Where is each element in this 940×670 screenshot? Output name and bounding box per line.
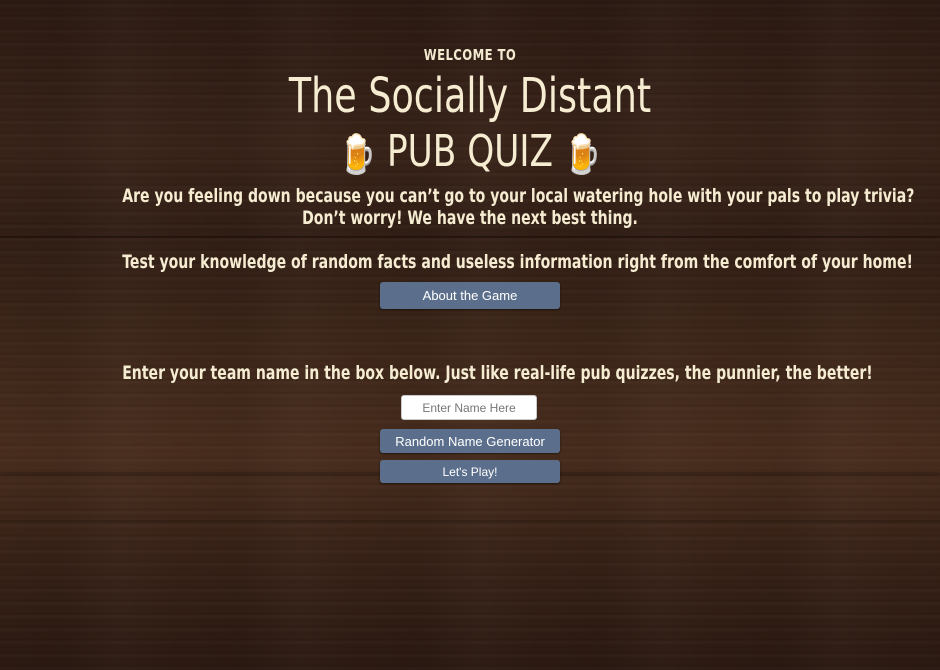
wood-crack: [0, 236, 940, 238]
lets-play-button[interactable]: Let's Play!: [380, 460, 560, 483]
welcome-label: WELCOME TO: [423, 46, 517, 64]
pub-quiz-heading: 🍺 PUB QUIZ 🍺: [103, 124, 836, 182]
team-name-input[interactable]: [401, 395, 537, 420]
beer-mug-icon: 🍺: [563, 132, 601, 176]
wood-crack: [0, 520, 940, 522]
intro-line-1: Are you feeling down because you can’t g…: [122, 185, 915, 207]
pub-quiz-label: PUB QUIZ: [386, 126, 554, 177]
about-game-button[interactable]: About the Game: [380, 282, 560, 309]
page-title: The Socially Distant: [288, 68, 652, 124]
intro-line-3: Test your knowledge of random facts and …: [122, 251, 913, 273]
team-name-prompt: Enter your team name in the box below. J…: [122, 362, 873, 384]
random-name-generator-button[interactable]: Random Name Generator: [380, 429, 560, 453]
pub-quiz-page: { "header": { "welcome": "WELCOME TO", "…: [0, 0, 940, 670]
intro-line-2: Don’t worry! We have the next best thing…: [302, 207, 638, 229]
beer-mug-icon: 🍺: [339, 132, 377, 176]
